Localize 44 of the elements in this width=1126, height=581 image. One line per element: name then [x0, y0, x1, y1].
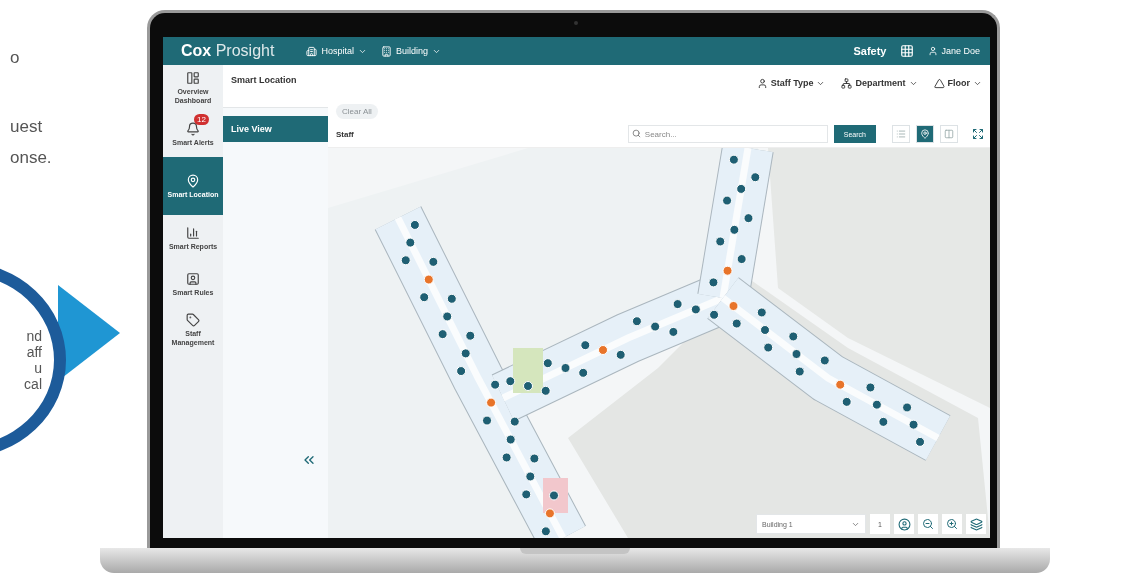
building-icon — [306, 45, 318, 57]
panel-item[interactable]: Live View — [223, 116, 328, 142]
view-mode-button[interactable] — [916, 125, 934, 143]
module-label[interactable]: Safety — [853, 45, 887, 57]
org-chart-icon — [841, 77, 853, 89]
list-icon — [896, 129, 906, 139]
alert-count-badge: 12 — [194, 114, 209, 125]
callout-text: u — [34, 360, 42, 376]
triangle-icon — [933, 77, 945, 89]
slide-text: uest — [10, 116, 44, 138]
search-field[interactable]: Search... — [627, 125, 828, 143]
callout-text: aff — [26, 344, 42, 360]
logo: Cox Prosight — [181, 42, 275, 60]
bell-icon — [186, 121, 200, 136]
slide-text: o — [10, 47, 21, 69]
filter-dropdown[interactable]: Department — [841, 77, 918, 89]
building-icon — [380, 45, 392, 57]
apps-grid-icon[interactable] — [900, 44, 915, 58]
person-icon — [756, 77, 768, 89]
camera-icon — [573, 21, 578, 25]
slide-text: onse. — [10, 147, 53, 169]
person-pin-icon[interactable] — [894, 514, 914, 534]
map-pin-icon — [186, 173, 200, 188]
list-title: Staff — [336, 129, 354, 139]
header-menu[interactable]: Building — [380, 45, 441, 57]
dashboard-icon — [186, 71, 200, 85]
layers-icon[interactable] — [966, 514, 986, 534]
columns-icon — [944, 129, 954, 139]
user-menu[interactable]: Jane Doe — [928, 46, 980, 56]
header-menu[interactable]: Hospital — [306, 45, 367, 57]
fullscreen-icon[interactable] — [972, 128, 984, 140]
panel-title: Smart Location — [223, 65, 328, 108]
filter-dropdown[interactable]: Staff Type — [756, 77, 826, 89]
bar-chart-icon — [186, 225, 200, 240]
tag-icon — [186, 313, 200, 327]
search-icon — [631, 129, 641, 138]
person-icon — [928, 46, 939, 56]
card-icon — [186, 271, 200, 286]
zoom-out-icon[interactable] — [918, 514, 938, 534]
zoom-in-icon[interactable] — [942, 514, 962, 534]
callout-text: nd — [26, 328, 42, 344]
map-pin-icon — [920, 129, 930, 139]
filter-dropdown[interactable]: Floor — [933, 77, 982, 89]
callout-text: cal — [24, 376, 42, 392]
